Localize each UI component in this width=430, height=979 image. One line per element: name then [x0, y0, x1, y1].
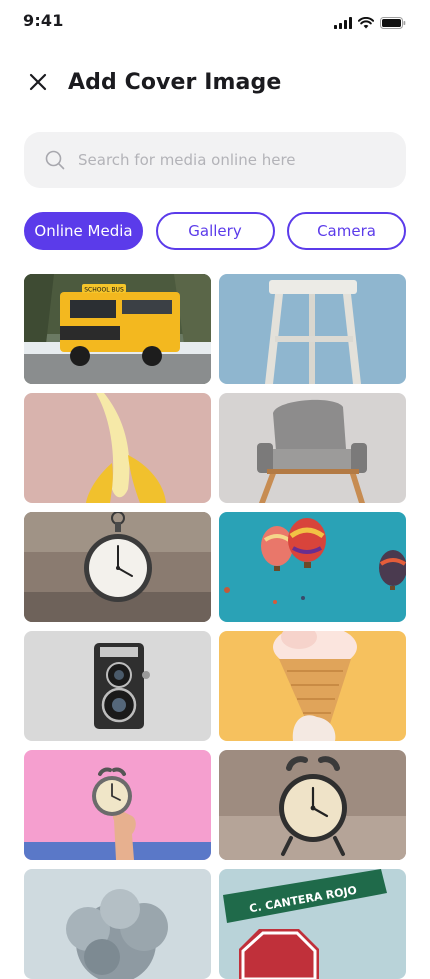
media-thumbnail-banana[interactable]	[24, 393, 211, 503]
search-box[interactable]	[24, 132, 406, 188]
status-time: 9:41	[23, 11, 64, 30]
media-thumbnail-gray-armchair[interactable]	[219, 393, 406, 503]
status-bar: 9:41	[0, 0, 430, 44]
page-title: Add Cover Image	[68, 70, 282, 95]
media-thumbnail-pocket-watch[interactable]	[24, 512, 211, 622]
media-thumbnail-hot-air-balloons[interactable]	[219, 512, 406, 622]
media-thumbnail-street-sign[interactable]: C. CANTERA ROJO	[219, 869, 406, 979]
cellular-signal-icon	[334, 14, 352, 33]
battery-icon	[380, 14, 406, 33]
close-button[interactable]	[24, 70, 52, 98]
media-thumbnail-alarm-clock[interactable]	[219, 750, 406, 860]
tab-camera[interactable]: Camera	[287, 212, 406, 250]
media-thumbnail-ice-cream-cone[interactable]	[219, 631, 406, 741]
search-icon	[44, 149, 66, 171]
tab-gallery[interactable]: Gallery	[155, 212, 275, 250]
media-thumbnail-wooden-stool[interactable]	[219, 274, 406, 384]
wifi-icon	[357, 14, 375, 33]
media-thumbnail-smoke-cloud[interactable]	[24, 869, 211, 979]
tab-online-media[interactable]: Online Media	[24, 212, 143, 250]
status-icons	[334, 14, 406, 33]
source-tabs: Online Media Gallery Camera	[24, 212, 406, 250]
media-thumbnail-school-bus[interactable]: SCHOOL BUS	[24, 274, 211, 384]
media-grid: SCHOOL BUS C. CANTERA ROJO	[24, 274, 406, 979]
bus-sign-text: SCHOOL BUS	[84, 287, 124, 294]
media-thumbnail-alarm-clock-in-hand[interactable]	[24, 750, 211, 860]
close-icon	[29, 73, 47, 95]
media-thumbnail-vintage-camera[interactable]	[24, 631, 211, 741]
header: Add Cover Image	[0, 60, 430, 108]
search-input[interactable]	[76, 150, 380, 170]
